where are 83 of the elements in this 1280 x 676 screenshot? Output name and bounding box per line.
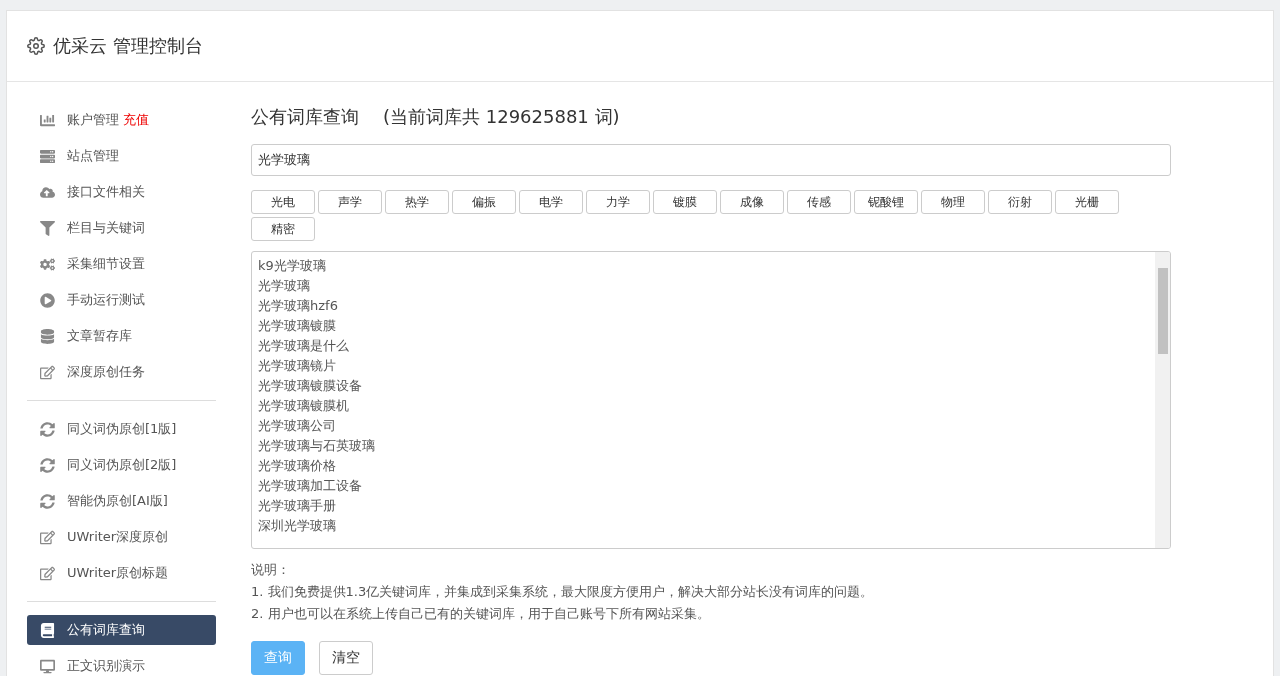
- play-icon: [37, 292, 57, 308]
- result-item: 深圳光学玻璃: [258, 517, 337, 535]
- sidebar-label: 正文识别演示: [67, 657, 145, 675]
- sidebar-label: UWriter原创标题: [67, 564, 169, 582]
- note-text: 1. 我们免费提供1.3亿关键词库，并集成到采集系统，最大限度方便用户，解决大部分站长没有词库的问题。: [251, 583, 875, 601]
- page-title: 公有词库查询: [251, 105, 359, 129]
- sidebar-label: 接口文件相关: [67, 183, 145, 201]
- sidebar-item[interactable]: 智能伪原创[AI版]: [27, 486, 216, 516]
- tag-button[interactable]: 衍射: [988, 190, 1052, 214]
- scrollbar[interactable]: [1155, 252, 1170, 548]
- tag-button[interactable]: 偏振: [452, 190, 516, 214]
- sidebar-label: 栏目与关键词: [67, 219, 145, 237]
- result-item: 光学玻璃hzf6: [258, 297, 339, 315]
- filter-icon: [37, 220, 57, 236]
- sidebar-label: 深度原创任务: [67, 363, 145, 381]
- sidebar-item[interactable]: 文章暂存库: [27, 321, 216, 351]
- edit-icon: [37, 364, 57, 380]
- result-item: k9光学玻璃: [258, 257, 327, 275]
- refresh-icon: [37, 421, 57, 437]
- tag-button[interactable]: 镀膜: [653, 190, 717, 214]
- tag-button[interactable]: 精密: [251, 217, 315, 241]
- sidebar-item[interactable]: 栏目与关键词: [27, 213, 216, 243]
- sidebar-item[interactable]: 同义词伪原创[2版]: [27, 450, 216, 480]
- tag-button[interactable]: 热学: [385, 190, 449, 214]
- settings-icon: [27, 37, 45, 55]
- sidebar-item[interactable]: UWriter原创标题: [27, 558, 216, 588]
- sidebar-item[interactable]: 接口文件相关: [27, 177, 216, 207]
- tag-button[interactable]: 物理: [921, 190, 985, 214]
- gears-icon: [37, 256, 57, 272]
- sidebar-label: 智能伪原创[AI版]: [67, 492, 168, 510]
- sidebar-item[interactable]: 账户管理 充值: [27, 105, 216, 135]
- clear-button[interactable]: 清空: [319, 641, 373, 675]
- sidebar-label: 同义词伪原创[2版]: [67, 456, 177, 474]
- notes-title: 说明：: [251, 561, 291, 579]
- sidebar-label: 公有词库查询: [67, 621, 145, 639]
- tag-button[interactable]: 电学: [519, 190, 583, 214]
- refresh-icon: [37, 493, 57, 509]
- search-field[interactable]: 光学玻璃: [251, 144, 1171, 176]
- result-item: 光学玻璃手册: [258, 497, 337, 515]
- tag-button[interactable]: 成像: [720, 190, 784, 214]
- console-title: 优采云 管理控制台: [53, 34, 203, 58]
- sidebar-label: UWriter深度原创: [67, 528, 169, 546]
- result-item: 光学玻璃公司: [258, 417, 337, 435]
- result-item: 光学玻璃: [258, 277, 311, 295]
- word-count: (当前词库共 129625881 词): [383, 105, 620, 129]
- tag-button[interactable]: 力学: [586, 190, 650, 214]
- recharge-link[interactable]: 充值: [123, 111, 149, 129]
- sidebar-label: 手动运行测试: [67, 291, 145, 309]
- note-text: 2. 用户也可以在系统上传自己已有的关键词库，用于自己账号下所有网站采集。: [251, 605, 711, 623]
- result-item: 光学玻璃镀膜设备: [258, 377, 363, 395]
- result-item: 光学玻璃与石英玻璃: [258, 437, 376, 455]
- results-box[interactable]: k9光学玻璃 光学玻璃 光学玻璃hzf6 光学玻璃镀膜 光学玻璃是什么 光学玻璃镜片 光学玻璃镀膜设备 光学玻璃镀膜机 光学玻璃公司 光学玻璃与石英玻璃 光学玻璃价格 光学玻璃加工设备 光学玻璃手册 深圳光学玻璃: [251, 251, 1171, 549]
- edit-icon: [37, 529, 57, 545]
- result-item: 光学玻璃是什么: [258, 337, 350, 355]
- result-item: 光学玻璃加工设备: [258, 477, 363, 495]
- tag-button[interactable]: 光电: [251, 190, 315, 214]
- result-item: 光学玻璃镀膜: [258, 317, 337, 335]
- sidebar-item[interactable]: 站点管理: [27, 141, 216, 171]
- bar-chart-icon: [37, 112, 57, 128]
- tag-button[interactable]: 铌酸锂: [854, 190, 918, 214]
- cloud-upload-icon: [37, 184, 57, 200]
- sidebar-item[interactable]: 手动运行测试: [27, 285, 216, 315]
- tag-button[interactable]: 传感: [787, 190, 851, 214]
- sidebar-item[interactable]: 正文识别演示: [27, 651, 216, 676]
- refresh-icon: [37, 457, 57, 473]
- edit-icon: [37, 565, 57, 581]
- sidebar-label: 文章暂存库: [67, 327, 132, 345]
- sidebar-label: 账户管理: [67, 111, 119, 129]
- result-item: 光学玻璃镀膜机: [258, 397, 350, 415]
- sidebar-label: 站点管理: [67, 147, 119, 165]
- sidebar-item[interactable]: UWriter深度原创: [27, 522, 216, 552]
- sidebar-label: 采集细节设置: [67, 255, 145, 273]
- sidebar-item[interactable]: 深度原创任务: [27, 357, 216, 387]
- result-item: 光学玻璃价格: [258, 457, 337, 475]
- server-icon: [37, 148, 57, 164]
- monitor-icon: [37, 658, 57, 674]
- sidebar-label: 同义词伪原创[1版]: [67, 420, 177, 438]
- sidebar-item[interactable]: 采集细节设置: [27, 249, 216, 279]
- sidebar-item[interactable]: 公有词库查询: [27, 615, 216, 645]
- sidebar-item[interactable]: 同义词伪原创[1版]: [27, 414, 216, 444]
- result-item: 光学玻璃镜片: [258, 357, 337, 375]
- tag-button[interactable]: 声学: [318, 190, 382, 214]
- tag-button[interactable]: 光栅: [1055, 190, 1119, 214]
